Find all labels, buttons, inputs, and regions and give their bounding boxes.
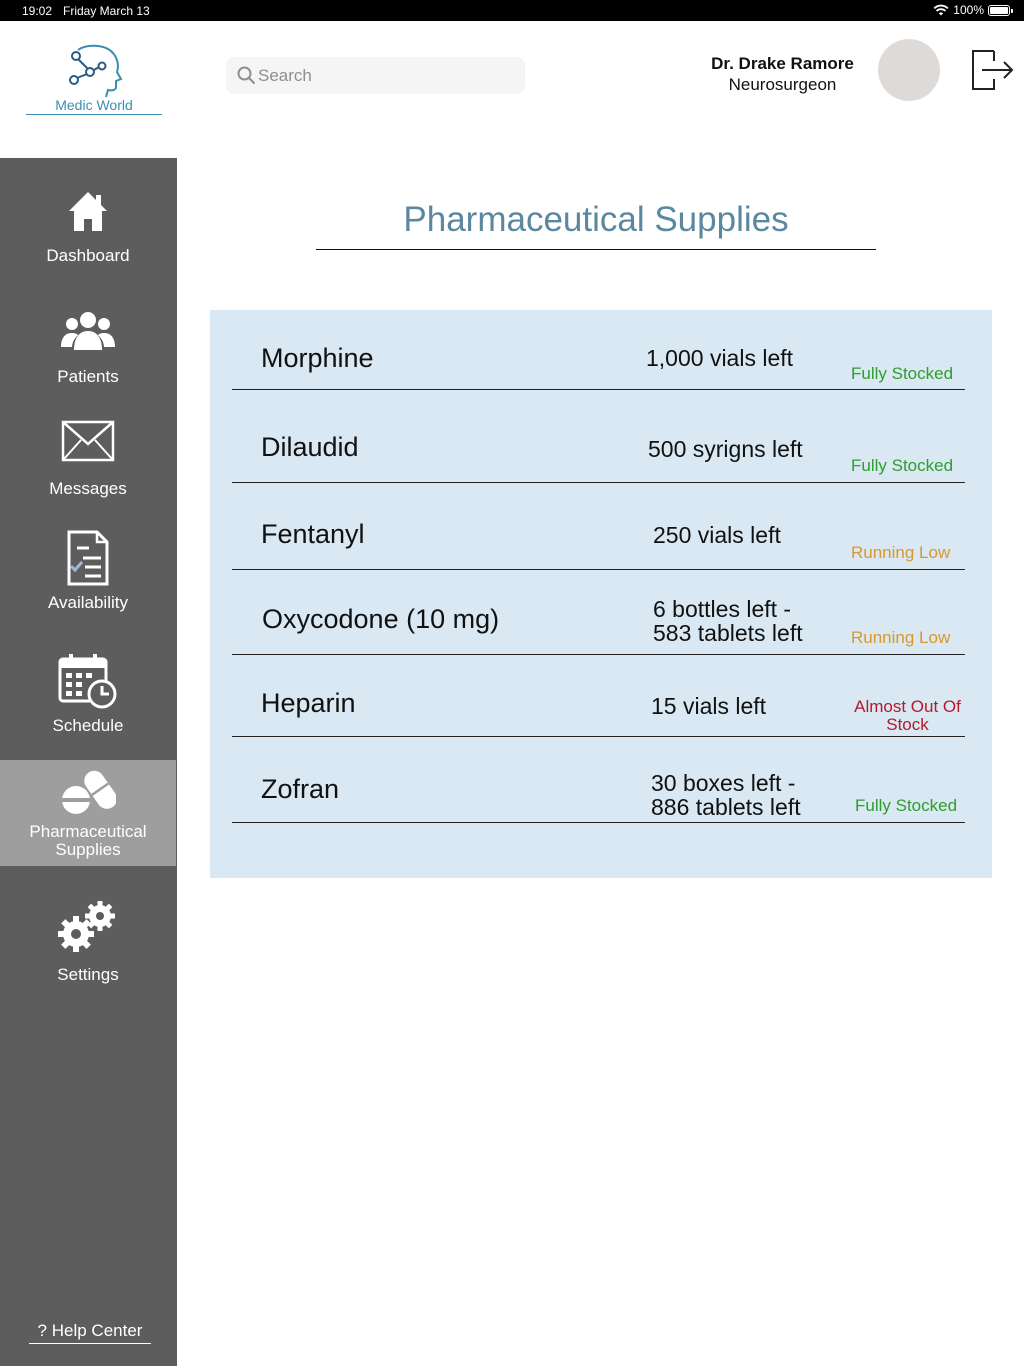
- avatar[interactable]: [878, 39, 940, 101]
- stock-status: Running Low: [851, 543, 951, 562]
- logout-icon[interactable]: [970, 49, 1014, 91]
- sidebar: Dashboard Patients Messages Availability…: [0, 158, 177, 1366]
- drug-quantity: 250 vials left: [653, 522, 781, 548]
- stock-status-line: Stock: [886, 715, 929, 734]
- sidebar-item-label: Dashboard: [46, 246, 130, 265]
- drug-quantity-line: 583 tablets left: [653, 620, 803, 646]
- drug-quantity-line: 6 bottles left -: [653, 596, 792, 622]
- user-info: Dr. Drake Ramore Neurosurgeon: [680, 54, 885, 95]
- search-input[interactable]: [258, 57, 518, 94]
- supply-row-fentanyl[interactable]: Fentanyl 250 vials left Running Low: [232, 483, 965, 570]
- drug-name: Oxycodone (10 mg): [262, 604, 500, 634]
- drug-quantity: 15 vials left: [651, 693, 767, 719]
- status-bar: 19:02 Friday March 13 100%: [0, 0, 1024, 21]
- sidebar-item-patients[interactable]: Patients: [0, 311, 176, 386]
- drug-name: Dilaudid: [261, 432, 359, 462]
- drug-name: Heparin: [261, 688, 356, 718]
- sidebar-item-settings[interactable]: Settings: [0, 898, 176, 984]
- wifi-icon: [933, 4, 949, 16]
- search-bar[interactable]: [226, 57, 525, 94]
- head-network-icon: [69, 44, 123, 98]
- sidebar-item-messages[interactable]: Messages: [0, 418, 176, 498]
- supply-row-morphine[interactable]: Morphine 1,000 vials left Fully Stocked: [232, 310, 965, 390]
- sidebar-item-label: Availability: [47, 593, 128, 612]
- stock-status: Running Low: [851, 628, 951, 647]
- status-right: 100%: [933, 3, 1013, 17]
- stock-status: Fully Stocked: [851, 456, 954, 475]
- sidebar-item-label: Schedule: [52, 716, 124, 735]
- drug-name: Fentanyl: [261, 519, 365, 549]
- drug-quantity-line: 30 boxes left -: [651, 770, 796, 796]
- stock-status: Fully Stocked: [851, 364, 954, 383]
- checklist-icon: [67, 530, 109, 586]
- drug-quantity: 500 syrigns left: [648, 436, 803, 462]
- supply-row-heparin[interactable]: Heparin 15 vials left Almost Out Of Stoc…: [232, 655, 965, 737]
- sidebar-item-label: Messages: [49, 479, 127, 498]
- supply-row-dilaudid[interactable]: Dilaudid 500 syrigns left Fully Stocked: [232, 390, 965, 483]
- home-icon: [69, 192, 107, 231]
- sidebar-item-pharmaceutical-supplies[interactable]: Pharmaceutical Supplies: [0, 760, 176, 866]
- user-role: Neurosurgeon: [728, 75, 837, 94]
- battery-icon: [988, 4, 1013, 16]
- title-divider: [316, 249, 876, 250]
- user-name: Dr. Drake Ramore: [711, 54, 854, 73]
- sidebar-item-dashboard[interactable]: Dashboard: [0, 190, 176, 265]
- drug-name: Morphine: [261, 343, 374, 373]
- supply-row-zofran[interactable]: Zofran 30 boxes left - 886 tablets left …: [232, 737, 965, 823]
- drug-quantity: 1,000 vials left: [646, 345, 794, 371]
- sidebar-item-schedule[interactable]: Schedule: [0, 652, 176, 735]
- stock-status: Fully Stocked: [855, 796, 958, 815]
- sidebar-item-label: Patients: [57, 367, 119, 386]
- status-time: 19:02: [22, 4, 53, 18]
- drug-quantity: 6 bottles left - 583 tablets left: [653, 597, 803, 645]
- sidebar-item-label: Settings: [57, 965, 119, 984]
- help-center-link[interactable]: ? Help Center: [29, 1321, 151, 1344]
- people-icon: [61, 312, 115, 350]
- search-icon: [237, 66, 255, 84]
- drug-quantity: 30 boxes left - 886 tablets left: [651, 771, 801, 819]
- sidebar-item-label: Pharmaceutical Supplies: [29, 822, 147, 859]
- gears-icon: [58, 901, 115, 952]
- battery-percent: 100%: [953, 3, 984, 17]
- drug-name: Zofran: [261, 774, 340, 804]
- brand-name: Medic World: [55, 97, 133, 113]
- supplies-panel: Morphine 1,000 vials left Fully Stocked …: [210, 310, 992, 878]
- page-title: Pharmaceutical Supplies: [403, 200, 789, 239]
- brand-logo[interactable]: Medic World: [26, 42, 162, 118]
- stock-status: Almost Out Of Stock: [850, 698, 965, 734]
- status-date: Friday March 13: [63, 4, 150, 18]
- brand-underline: [26, 114, 162, 115]
- supply-row-oxycodone[interactable]: Oxycodone (10 mg) 6 bottles left - 583 t…: [232, 570, 965, 655]
- sidebar-item-availability[interactable]: Availability: [0, 530, 176, 612]
- calendar-clock-icon: [58, 654, 117, 709]
- drug-quantity-line: 886 tablets left: [651, 794, 801, 820]
- envelope-icon: [61, 420, 115, 462]
- stock-status-line: Almost Out Of: [854, 697, 961, 716]
- pills-icon: [62, 770, 116, 814]
